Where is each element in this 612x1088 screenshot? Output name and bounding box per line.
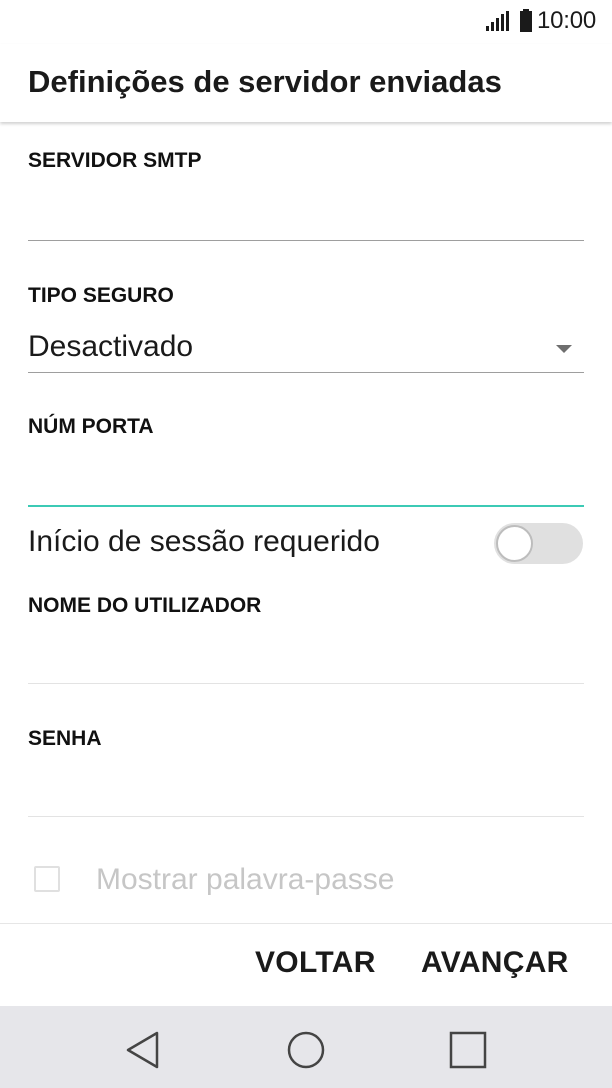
login-required-label: Início de sessão requerido xyxy=(28,525,380,558)
recents-icon[interactable] xyxy=(448,1030,488,1070)
back-button[interactable]: VOLTAR xyxy=(255,946,376,980)
security-type-underline xyxy=(28,372,584,373)
page-title: Definições de servidor enviadas xyxy=(28,64,502,99)
login-required-toggle[interactable] xyxy=(494,523,583,564)
show-password-label[interactable]: Mostrar palavra-passe xyxy=(96,863,394,897)
port-number-label: NÚM PORTA xyxy=(28,415,154,438)
show-password-checkbox[interactable] xyxy=(34,866,60,892)
action-divider xyxy=(0,923,612,924)
password-label: SENHA xyxy=(28,727,102,750)
navigation-bar xyxy=(0,1006,612,1088)
toggle-knob xyxy=(496,525,533,562)
port-number-input[interactable] xyxy=(28,505,584,507)
title-bar: Definições de servidor enviadas xyxy=(0,44,612,122)
status-time: 10:00 xyxy=(537,7,597,34)
smtp-server-input[interactable] xyxy=(28,240,584,241)
username-label: NOME DO UTILIZADOR xyxy=(28,594,262,617)
next-button[interactable]: AVANÇAR xyxy=(421,946,569,980)
smtp-server-label: SERVIDOR SMTP xyxy=(28,149,202,172)
password-input[interactable] xyxy=(28,816,584,817)
battery-icon xyxy=(520,9,532,32)
home-icon[interactable] xyxy=(286,1030,326,1070)
back-icon[interactable] xyxy=(124,1030,164,1070)
dropdown-arrow-icon[interactable] xyxy=(556,345,572,353)
status-bar: 10:00 xyxy=(0,0,612,44)
username-input[interactable] xyxy=(28,683,584,684)
security-type-label: TIPO SEGURO xyxy=(28,284,174,307)
signal-icon xyxy=(486,11,509,31)
security-type-value[interactable]: Desactivado xyxy=(28,330,193,364)
